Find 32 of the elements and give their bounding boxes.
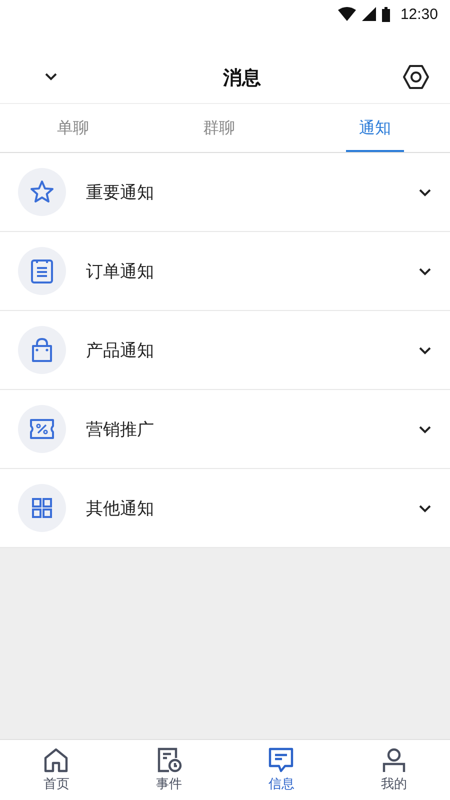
notification-label: 订单通知	[86, 260, 155, 282]
person-icon	[380, 747, 407, 773]
tab[interactable]: 单聊	[0, 104, 146, 152]
battery-icon	[382, 6, 390, 22]
chevron-down-icon[interactable]	[418, 346, 432, 354]
coupon-icon	[18, 405, 66, 453]
notification-row[interactable]: 营销推广	[0, 390, 450, 469]
notification-row[interactable]: 产品通知	[0, 311, 450, 390]
notification-label: 重要通知	[86, 182, 155, 204]
chevron-down-icon[interactable]	[418, 504, 432, 512]
calendar-clock-icon	[156, 747, 182, 773]
page-title: 消息	[223, 66, 261, 91]
chevron-down-icon[interactable]	[418, 266, 432, 276]
chevron-down-icon[interactable]	[418, 188, 432, 196]
status-time: 12:30	[400, 6, 438, 22]
settings-icon[interactable]	[402, 63, 430, 91]
notification-label: 营销推广	[86, 418, 155, 440]
chevron-down-icon[interactable]	[418, 424, 432, 434]
signal-icon	[362, 7, 376, 21]
home-icon	[43, 747, 70, 773]
tab[interactable]: 群聊	[146, 104, 292, 152]
notification-label: 其他通知	[86, 498, 155, 520]
notification-row[interactable]: 订单通知	[0, 232, 450, 311]
grid-icon	[18, 484, 66, 532]
chevron-down-icon[interactable]	[44, 72, 58, 81]
message-icon	[268, 747, 294, 773]
tab[interactable]: 通知	[346, 104, 404, 152]
clipboard-icon	[18, 247, 66, 295]
notification-row[interactable]: 重要通知	[0, 153, 450, 232]
shopping-bag-icon	[18, 326, 66, 374]
wifi-icon	[338, 7, 356, 21]
notification-label: 产品通知	[86, 340, 155, 362]
